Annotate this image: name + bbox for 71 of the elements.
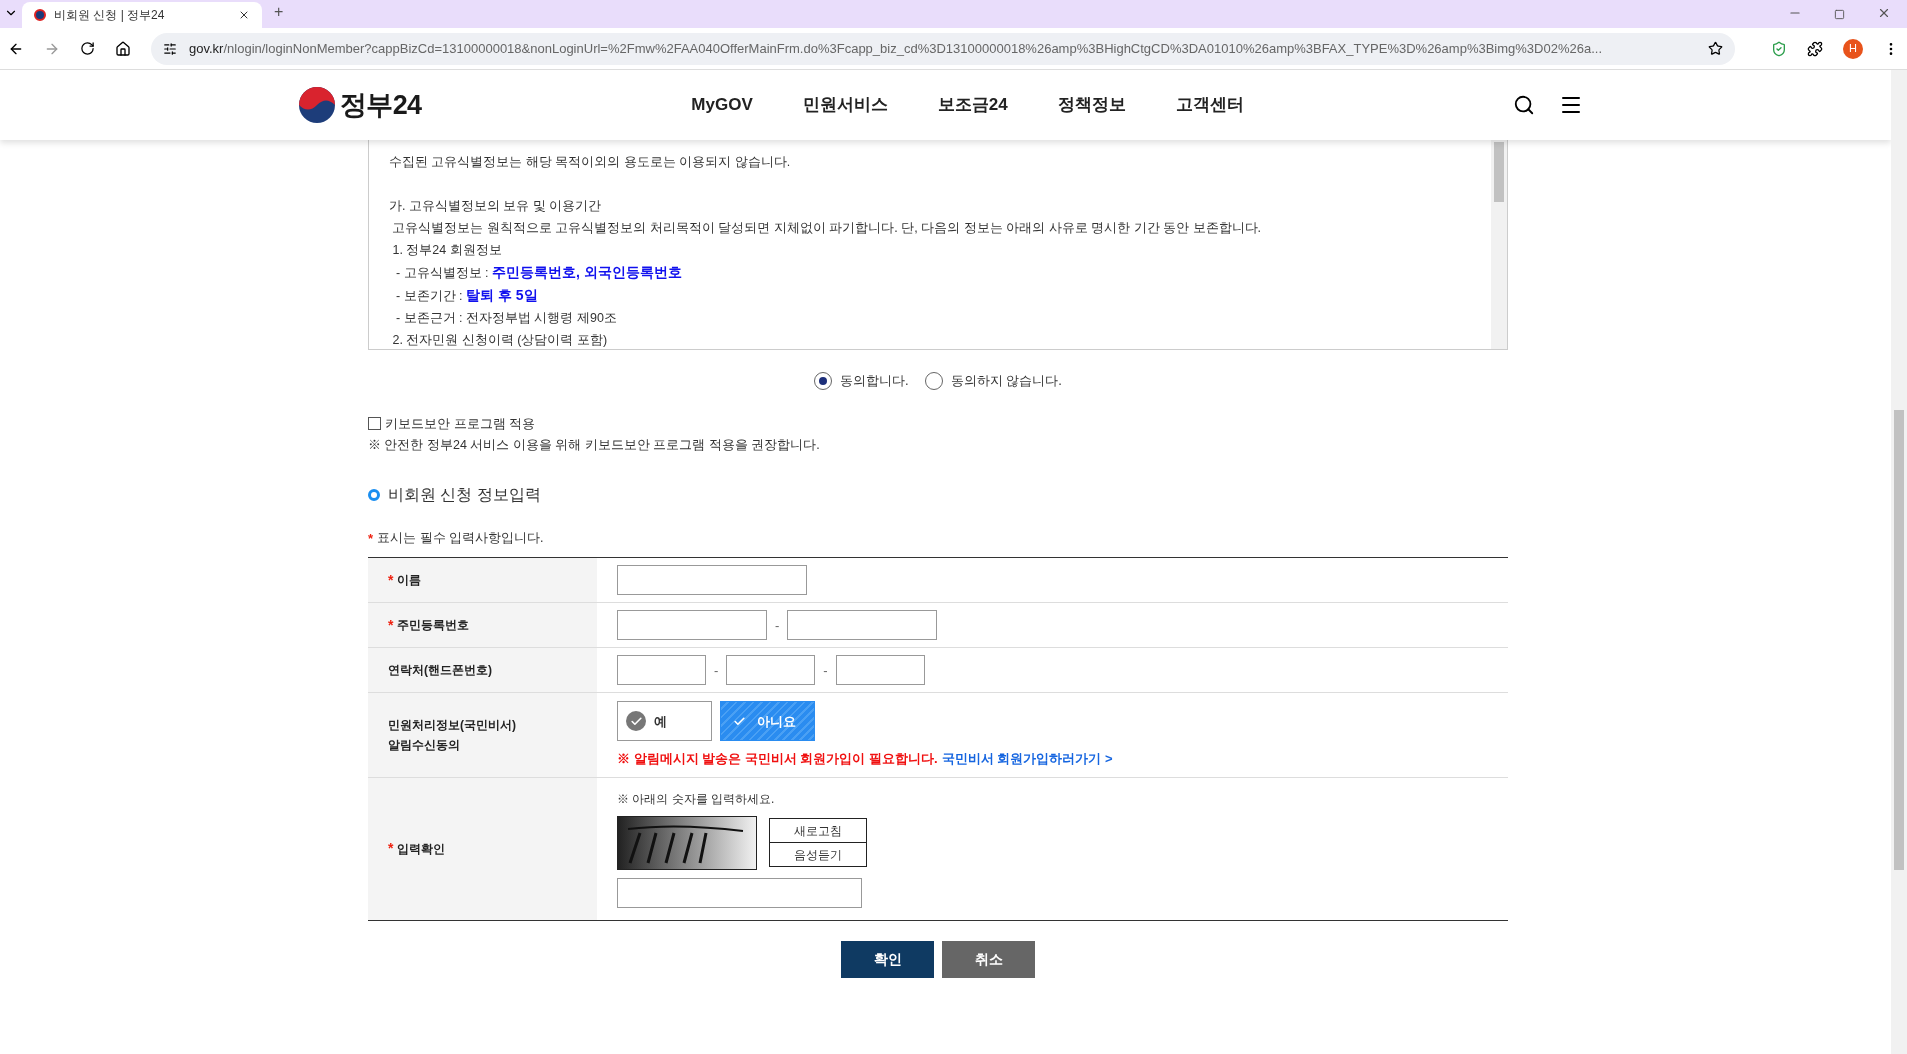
radio-label: 동의합니다. xyxy=(840,372,909,390)
maximize-icon[interactable] xyxy=(1834,9,1845,20)
required-mark: * xyxy=(388,570,394,590)
captcha-button[interactable]: 새로고침 xyxy=(769,818,867,844)
terms-text: 수집된 고유식별정보는 해당 목적이외의 용도로는 이용되지 않습니다. xyxy=(389,154,792,171)
required-mark: * xyxy=(368,529,374,548)
terms-text: 고유식별정보는 원칙적으로 고유식별정보의 처리목적이 달성되면 지체없이 파기합니다. 단, 다음의 정보는 아래의 사유로 명시한 기간 동안 보존합니다. xyxy=(391,220,1262,237)
input-field[interactable] xyxy=(617,877,862,908)
radio-button[interactable] xyxy=(814,371,833,390)
separator-text: - xyxy=(714,661,719,680)
required-mark: * xyxy=(388,615,394,635)
tab-favicon-icon xyxy=(34,9,46,21)
extensions-icon[interactable] xyxy=(1807,40,1823,57)
site-info-icon[interactable] xyxy=(163,41,177,56)
field-label: 이름 xyxy=(397,572,423,590)
shield-icon[interactable] xyxy=(1771,40,1787,57)
nav-link[interactable]: 정책정보 xyxy=(1057,92,1126,118)
home-icon[interactable] xyxy=(115,40,131,57)
field-label: 민원처리정보(국민비서) 알림수신동의 xyxy=(388,717,517,754)
nav-link[interactable]: MyGOV xyxy=(691,92,753,118)
input-field[interactable] xyxy=(617,655,706,686)
separator-text: - xyxy=(775,616,780,635)
url-text: gov.kr/nlogin/loginNonMember?cappBizCd=13100000018&nonLoginUrl=%2Fmw%2FAA040OfferMainFrm.do%3Fcapp_biz_cd%3D13100000018%26amp%3BHighCtgCD%3DA01010%26amp%3BFAX_TYPE%3D%26amp%3Bimg%3D02%26a... xyxy=(189,39,1603,58)
confirm-button[interactable]: 확인 xyxy=(841,940,934,978)
address-bar[interactable]: gov.kr/nlogin/loginNonMember?cappBizCd=13100000018&nonLoginUrl=%2Fmw%2FAA040OfferMainFrm.do%3Fcapp_biz_cd%3D13100000018%26amp%3BHighCtgCD%3DA01010%26amp%3BFAX_TYPE%3D%26amp%3Bimg%3D02%26a... xyxy=(151,32,1735,65)
nav-link[interactable]: 민원서비스 xyxy=(802,92,888,118)
section-title: 비회원 신청 정보입력 xyxy=(388,484,541,505)
browser-tab[interactable]: 비회원 신청 | 정부24 xyxy=(22,2,262,28)
search-icon[interactable] xyxy=(1513,94,1535,116)
nav-link[interactable]: 보조금24 xyxy=(937,92,1008,118)
reload-icon[interactable] xyxy=(80,41,95,56)
close-icon[interactable] xyxy=(238,9,250,21)
checkbox-label: 키보드보안 프로그램 적용 xyxy=(385,414,536,433)
choice-button[interactable]: 예 xyxy=(617,701,712,742)
radio-button[interactable] xyxy=(924,371,943,390)
separator-text: - xyxy=(823,661,828,680)
terms-text: 1. 정부24 회원정보 xyxy=(391,242,503,259)
scrollbar[interactable] xyxy=(1891,70,1907,1054)
input-field[interactable] xyxy=(787,610,938,641)
input-field[interactable] xyxy=(835,655,925,686)
warning-text: ※ 알림메시지 발송은 국민비서 회원가입이 필요합니다. xyxy=(617,750,938,769)
nav-link[interactable]: 고객센터 xyxy=(1175,92,1244,118)
captcha-button[interactable]: 음성듣기 xyxy=(769,842,867,868)
terms-text: - 보존근거 : 전자정부법 시행령 제90조 xyxy=(394,310,618,327)
field-label: 연락처(핸드폰번호) xyxy=(388,662,493,680)
field-label: 입력확인 xyxy=(397,840,447,858)
scrollbar[interactable] xyxy=(1491,140,1507,349)
input-field[interactable] xyxy=(617,565,807,596)
bullet-icon xyxy=(368,488,380,501)
notice-text: ※ 안전한 정부24 서비스 이용을 위해 키보드보안 프로그램 적용을 권장합니다. xyxy=(368,437,821,454)
close-icon[interactable] xyxy=(1877,6,1891,20)
field-label: 주민등록번호 xyxy=(397,617,471,635)
signup-link[interactable]: 국민비서 회원가입하러가기 > xyxy=(941,749,1113,769)
terms-text: 2. 전자민원 신청이력 (상담이력 포함) xyxy=(391,332,609,349)
check-icon xyxy=(626,711,646,732)
input-field[interactable] xyxy=(726,655,816,686)
required-note: 표시는 필수 입력사항입니다. xyxy=(377,530,544,548)
required-mark: * xyxy=(388,839,394,859)
logo-icon xyxy=(298,86,336,124)
profile-avatar[interactable]: H xyxy=(1843,38,1863,59)
new-tab-button[interactable]: + xyxy=(274,0,284,24)
checkbox[interactable] xyxy=(368,416,381,430)
site-logo[interactable]: 정부24 xyxy=(340,84,422,126)
terms-text: - 고유식별정보 : 주민등록번호, 외국인등록번호 xyxy=(394,263,683,282)
bookmark-icon[interactable] xyxy=(1708,41,1723,56)
input-field[interactable] xyxy=(617,610,767,641)
terms-text: 가. 고유식별정보의 보유 및 이용기간 xyxy=(389,198,603,215)
radio-label: 동의하지 않습니다. xyxy=(950,372,1062,390)
instruction-text: ※ 아래의 숫자를 입력하세요. xyxy=(617,790,776,808)
cancel-button[interactable]: 취소 xyxy=(942,940,1035,978)
terms-text: - 보존기간 : 탈퇴 후 5일 xyxy=(394,286,539,305)
